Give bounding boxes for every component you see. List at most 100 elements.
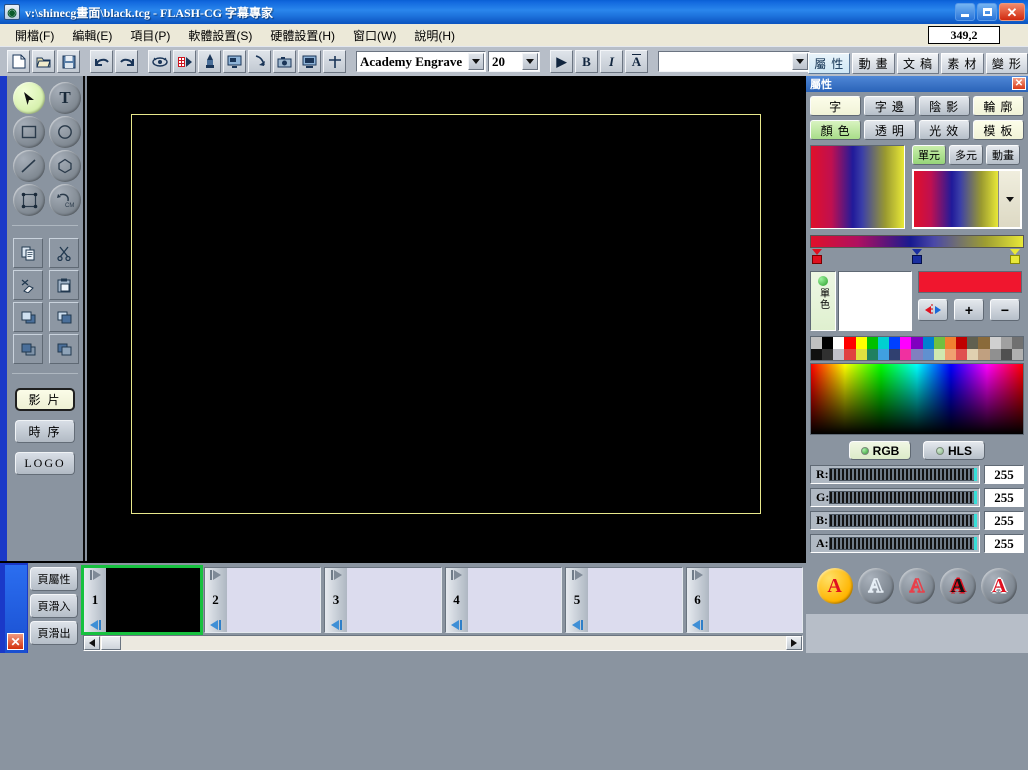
style-hollow-white-button[interactable]: A <box>857 568 894 604</box>
target-tab-text[interactable]: 字 <box>810 96 862 116</box>
green-value[interactable]: 255 <box>984 488 1024 507</box>
new-file-icon[interactable] <box>7 50 30 73</box>
display-icon[interactable] <box>298 50 321 73</box>
remove-stop-button[interactable]: − <box>990 299 1020 321</box>
palette-swatch[interactable] <box>822 349 834 360</box>
palette-swatch[interactable] <box>911 349 923 360</box>
tab-document[interactable]: 文 稿 <box>896 53 940 74</box>
monitor-out-icon[interactable] <box>223 50 246 73</box>
slide-in-icon[interactable] <box>210 570 221 580</box>
palette-swatch[interactable] <box>866 337 878 349</box>
mode-button-timing[interactable]: 時 序 <box>15 420 75 443</box>
palette-swatch[interactable] <box>844 337 856 349</box>
palette-swatch[interactable] <box>978 337 990 349</box>
table-row[interactable]: 5 <box>565 567 683 633</box>
scrollbar-thumb[interactable] <box>101 636 121 650</box>
camera-icon[interactable] <box>273 50 296 73</box>
alpha-slider-track[interactable] <box>829 537 977 550</box>
page-properties-button[interactable]: 頁屬性 <box>30 567 78 591</box>
palette-swatch[interactable] <box>889 349 901 360</box>
slide-out-icon[interactable] <box>571 620 583 630</box>
close-button[interactable]: ✕ <box>999 3 1025 21</box>
style-outline-red-button[interactable]: A <box>898 568 935 604</box>
palette-swatch[interactable] <box>933 349 945 360</box>
red-slider-track[interactable] <box>829 468 977 481</box>
blue-slider[interactable]: B: <box>810 511 980 530</box>
thumb-preview[interactable] <box>588 568 682 632</box>
menu-item-help[interactable]: 說明(H) <box>405 25 464 46</box>
thumb-preview[interactable] <box>467 568 561 632</box>
open-folder-icon[interactable] <box>32 50 55 73</box>
mirror-gradient-button[interactable] <box>918 299 948 321</box>
palette-swatch[interactable] <box>889 337 901 349</box>
preview-eye-icon[interactable] <box>148 50 171 73</box>
send-backward-icon[interactable] <box>13 302 43 332</box>
green-slider-track[interactable] <box>829 491 977 504</box>
target-tab-outline[interactable]: 輪 廓 <box>972 96 1024 116</box>
erase-icon[interactable] <box>13 270 43 300</box>
copy-icon[interactable] <box>13 238 43 268</box>
slide-in-icon[interactable] <box>89 570 101 580</box>
paste-icon[interactable] <box>49 270 79 300</box>
menu-item-project[interactable]: 項目(P) <box>121 25 179 46</box>
page-slide-out-button[interactable]: 頁滑出 <box>30 621 78 645</box>
font-size-select[interactable]: 20 <box>488 51 540 72</box>
table-row[interactable]: 3 <box>324 567 442 633</box>
alpha-slider-knob[interactable] <box>974 537 977 550</box>
slide-out-icon[interactable] <box>692 620 703 630</box>
paint-icon[interactable] <box>198 50 221 73</box>
page-panel-close-button[interactable]: ✕ <box>7 633 24 650</box>
palette-swatch[interactable] <box>855 337 867 349</box>
page-slide-in-button[interactable]: 頁滑入 <box>30 594 78 618</box>
palette-swatch[interactable] <box>922 349 934 360</box>
save-disk-icon[interactable] <box>57 50 80 73</box>
color-model-hls[interactable]: HLS <box>923 441 985 460</box>
menu-item-software-settings[interactable]: 軟體設置(S) <box>179 25 261 46</box>
gradient-display[interactable] <box>810 145 905 229</box>
style-solid-gold-button[interactable]: A <box>816 568 853 604</box>
gradient-stop-2[interactable] <box>912 249 922 264</box>
underline-button[interactable]: A <box>625 50 648 73</box>
alpha-slider[interactable]: A: <box>810 534 980 553</box>
ellipse-tool[interactable] <box>49 116 81 148</box>
palette-swatch[interactable] <box>844 349 856 360</box>
palette-swatch[interactable] <box>911 337 923 349</box>
red-value[interactable]: 255 <box>984 465 1024 484</box>
thumb-preview[interactable] <box>708 568 802 632</box>
palette-swatch[interactable] <box>933 337 945 349</box>
thumb-preview[interactable] <box>106 568 200 632</box>
gradient-ramp-bar[interactable] <box>810 235 1024 248</box>
slide-in-icon[interactable] <box>330 570 342 580</box>
palette-swatch[interactable] <box>944 349 957 360</box>
palette-swatch[interactable] <box>922 337 934 349</box>
fill-mode-single[interactable]: 單元 <box>912 145 946 165</box>
palette-swatch[interactable] <box>811 349 823 360</box>
transform-tool[interactable] <box>13 184 45 216</box>
style-red-white-edge-button[interactable]: A <box>981 568 1018 604</box>
green-slider-knob[interactable] <box>974 491 977 504</box>
rotate-cm-tool[interactable]: CM <box>49 184 81 216</box>
import-icon[interactable] <box>248 50 271 73</box>
palette-swatch[interactable] <box>967 337 979 349</box>
palette-swatch[interactable] <box>1011 349 1023 360</box>
arrow-select-tool[interactable] <box>13 82 45 114</box>
aspect-tab-template[interactable]: 模 板 <box>972 120 1024 140</box>
red-slider-knob[interactable] <box>974 468 977 481</box>
blue-value[interactable]: 255 <box>984 511 1024 530</box>
scroll-left-button[interactable] <box>84 636 100 650</box>
properties-close-button[interactable]: ✕ <box>1012 77 1026 90</box>
palette-swatch[interactable] <box>989 349 1001 360</box>
slide-out-icon[interactable] <box>330 620 342 630</box>
palette-swatch[interactable] <box>822 337 834 349</box>
rectangle-tool[interactable] <box>13 116 45 148</box>
italic-button[interactable]: I <box>600 50 623 73</box>
fill-mode-animation[interactable]: 動畫 <box>986 145 1020 165</box>
fill-mode-multi[interactable]: 多元 <box>949 145 983 165</box>
table-row[interactable]: 6 <box>685 567 803 633</box>
chevron-down-icon[interactable] <box>468 53 484 70</box>
palette-swatch[interactable] <box>1000 337 1012 349</box>
red-slider[interactable]: R: <box>810 465 980 484</box>
menu-item-window[interactable]: 窗口(W) <box>344 25 405 46</box>
add-stop-button[interactable]: + <box>954 299 984 321</box>
gradient-stop-1[interactable] <box>812 249 822 264</box>
